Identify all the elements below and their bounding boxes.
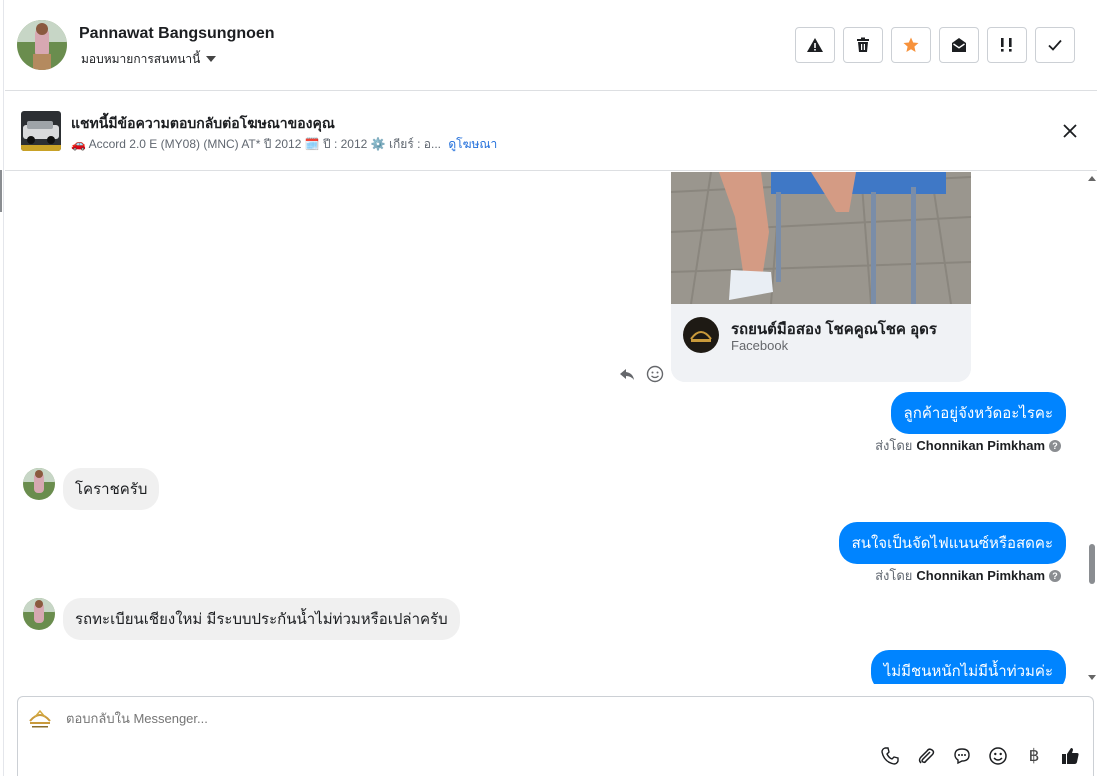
- view-ad-link[interactable]: ดูโฆษณา: [448, 137, 497, 151]
- shared-post-photo: [671, 172, 971, 304]
- customer-avatar-small[interactable]: [23, 468, 55, 500]
- scroll-thumb[interactable]: [1089, 544, 1095, 584]
- customer-avatar-small[interactable]: [23, 598, 55, 630]
- composer-tools: ฿: [879, 745, 1081, 767]
- ad-summary: 🚗 Accord 2.0 E (MY08) (MNC) AT* ปี 2012 …: [71, 137, 441, 151]
- saved-reply-icon[interactable]: [951, 745, 973, 767]
- scroll-down-arrow-icon[interactable]: [1088, 675, 1096, 680]
- message-tools: [618, 365, 664, 383]
- emoji-icon[interactable]: [987, 745, 1009, 767]
- warning-icon: [807, 38, 823, 52]
- conversation-header: Pannawat Bangsungnoen มอบหมายการสนทนานี้: [5, 0, 1097, 91]
- sender-name: Chonnikan Pimkham: [916, 438, 1045, 453]
- resize-handle[interactable]: [0, 170, 2, 212]
- message-thread[interactable]: รถยนต์มือสอง โชคคูณโชค อุดร Facebook ลูก…: [5, 172, 1081, 684]
- mark-done-button[interactable]: [1035, 27, 1075, 63]
- scroll-up-arrow-icon[interactable]: [1088, 176, 1096, 181]
- thumbs-up-icon[interactable]: [1059, 745, 1081, 767]
- incoming-message[interactable]: รถทะเบียนเชียงใหม่ มีระบบประกันน้ำไม่ท่ว…: [63, 598, 460, 640]
- header-actions: [795, 27, 1075, 63]
- ad-summary-line: 🚗 Accord 2.0 E (MY08) (MNC) AT* ปี 2012 …: [71, 135, 497, 154]
- incoming-message[interactable]: โคราชครับ: [63, 468, 160, 510]
- mark-priority-button[interactable]: [987, 27, 1027, 63]
- reply-input[interactable]: [66, 711, 766, 726]
- sender-name: Chonnikan Pimkham: [916, 568, 1045, 583]
- check-icon: [1048, 39, 1062, 51]
- page-logo: [683, 317, 719, 353]
- follow-up-button[interactable]: [891, 27, 931, 63]
- reply-composer: ฿: [17, 696, 1094, 776]
- shared-post-meta: รถยนต์มือสอง โชคคูณโชค อุดร Facebook: [671, 304, 971, 382]
- report-spam-button[interactable]: [795, 27, 835, 63]
- customer-avatar[interactable]: [17, 20, 67, 70]
- outgoing-message[interactable]: สนใจเป็นจัดไฟแนนซ์หรือสดคะ: [838, 522, 1066, 564]
- react-emoji-icon[interactable]: [646, 365, 664, 383]
- sent-by: ส่งโดย Chonnikan Pimkham ?: [875, 565, 1061, 586]
- open-envelope-icon: [952, 38, 966, 52]
- post-source: Facebook: [731, 338, 789, 353]
- assign-label: มอบหมายการสนทนานี้: [81, 52, 201, 66]
- outgoing-message[interactable]: ไม่มีชนหนักไม่มีน้ำท่วมค่ะ: [870, 650, 1066, 684]
- sent-by-label: ส่งโดย: [875, 438, 913, 453]
- help-icon[interactable]: ?: [1049, 439, 1061, 452]
- assign-conversation-dropdown[interactable]: มอบหมายการสนทนานี้: [81, 50, 217, 69]
- outgoing-message[interactable]: ลูกค้าอยู่จังหวัดอะไรคะ: [890, 392, 1066, 434]
- exclamation-icon: [1001, 38, 1012, 52]
- close-icon[interactable]: [1061, 122, 1079, 140]
- star-icon: [903, 37, 919, 52]
- thread-scrollbar[interactable]: [1085, 172, 1097, 684]
- phone-icon[interactable]: [879, 745, 901, 767]
- attachment-icon[interactable]: [915, 745, 937, 767]
- ad-thumbnail[interactable]: [21, 111, 61, 151]
- delete-button[interactable]: [843, 27, 883, 63]
- ad-reply-banner: แชทนี้มีข้อความตอบกลับต่อโฆษณาของคุณ 🚗 A…: [5, 92, 1097, 171]
- sent-by-label: ส่งโดย: [875, 568, 913, 583]
- trash-icon: [857, 37, 869, 52]
- ad-banner-title: แชทนี้มีข้อความตอบกลับต่อโฆษณาของคุณ: [71, 115, 335, 131]
- customer-name[interactable]: Pannawat Bangsungnoen: [79, 25, 275, 43]
- page-logo-small: [29, 709, 51, 728]
- reply-icon[interactable]: [618, 365, 636, 383]
- left-panel-edge: [0, 0, 4, 776]
- mark-unread-button[interactable]: [939, 27, 979, 63]
- baht-icon[interactable]: ฿: [1023, 745, 1045, 767]
- help-icon[interactable]: ?: [1049, 569, 1061, 582]
- sent-by: ส่งโดย Chonnikan Pimkham ?: [875, 435, 1061, 456]
- caret-down-icon: [206, 55, 217, 62]
- shared-post-card[interactable]: รถยนต์มือสอง โชคคูณโชค อุดร Facebook: [671, 172, 971, 382]
